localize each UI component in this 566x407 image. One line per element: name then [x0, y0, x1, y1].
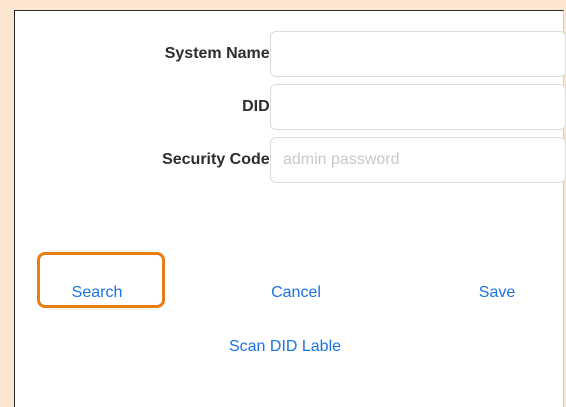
search-button[interactable]: Search: [61, 270, 133, 316]
did-input[interactable]: [270, 84, 566, 130]
system-name-label: System Name:: [164, 45, 275, 62]
security-code-label: Security Code:: [162, 151, 275, 168]
system-name-input[interactable]: [270, 31, 566, 77]
save-button[interactable]: Save: [467, 270, 527, 316]
did-row: DID:: [15, 84, 566, 130]
scan-did-label-button[interactable]: Scan DID Lable: [210, 324, 360, 370]
cancel-button[interactable]: Cancel: [259, 270, 333, 316]
system-name-row: System Name:: [15, 31, 566, 77]
security-code-row: Security Code:: [15, 137, 566, 183]
settings-panel: System Name: DID: Security Code: Search …: [14, 10, 566, 407]
security-code-input[interactable]: [270, 137, 566, 183]
